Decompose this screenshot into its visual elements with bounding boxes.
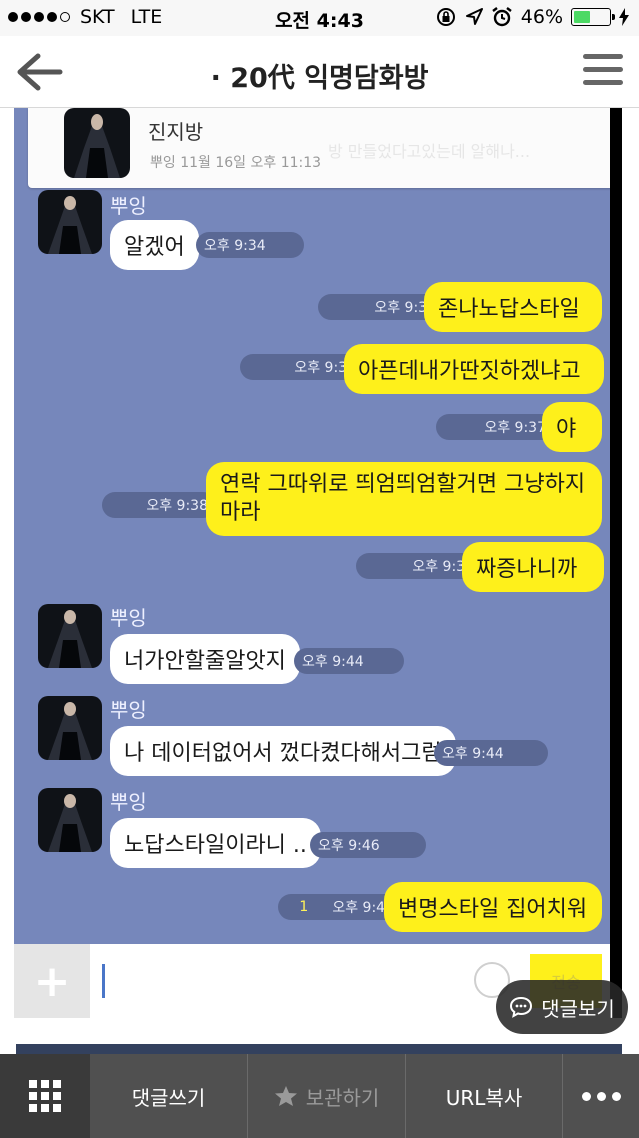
- avatar: [38, 696, 102, 760]
- view-comments-button[interactable]: 댓글보기: [496, 980, 628, 1034]
- speech-bubble-icon: [510, 996, 533, 1018]
- hamburger-icon: [583, 54, 623, 59]
- message-time: 오후 9:44: [294, 648, 404, 674]
- view-comments-label: 댓글보기: [541, 996, 615, 1021]
- sender-name: 뿌잉: [110, 698, 147, 722]
- chat-bubble: 야: [542, 402, 602, 452]
- message-time: 오후 9:38: [102, 492, 216, 518]
- app-header: · 20代 익명담화방: [0, 36, 639, 108]
- battery-percent: 46%: [520, 6, 563, 28]
- avatar: [38, 190, 102, 254]
- status-bar: SKT LTE 오전 4:43 46%: [0, 0, 639, 36]
- notice-meta: 뿌잉 11월 16일 오후 11:13: [150, 155, 322, 171]
- sender-name: 뿌잉: [110, 194, 147, 218]
- message-time: 오후 9:46: [310, 832, 426, 858]
- location-icon: [465, 8, 483, 25]
- sender-name: 뿌잉: [110, 790, 147, 814]
- message-time: 오후 9:44: [434, 740, 548, 766]
- more-dots-icon: [581, 1091, 591, 1101]
- message-time: 오후 9:34: [196, 232, 304, 258]
- battery-icon: [571, 8, 615, 26]
- chat-bubble: 변명스타일 집어치워: [384, 882, 602, 932]
- chat-bubble: 아픈데내가딴짓하겠냐고: [344, 344, 604, 394]
- notice-title: 진지방: [148, 120, 204, 144]
- notice-card: 진지방 뿌잉 11월 16일 오후 11:13 방 만들었다고있는데 알해나..…: [28, 108, 610, 188]
- bottom-toolbar: 댓글쓰기 보관하기 URL복사: [0, 1054, 639, 1138]
- avatar: [38, 788, 102, 852]
- message-time: 오후 9:37: [436, 414, 554, 440]
- chat-bubble: 노답스타일이라니 ..: [110, 818, 321, 868]
- grid-icon: [29, 1080, 61, 1112]
- chat-screenshot: 진지방 뿌잉 11월 16일 오후 11:13 방 만들었다고있는데 알해나..…: [14, 108, 610, 944]
- chat-bubble: 짜증나니까: [462, 542, 604, 592]
- menu-button[interactable]: [583, 54, 623, 88]
- more-options-button[interactable]: [563, 1054, 639, 1138]
- plus-icon[interactable]: +: [14, 944, 90, 1018]
- page-title: · 20代 익명담화방: [210, 63, 429, 94]
- unread-count: 1: [299, 899, 309, 915]
- chat-bubble: 연락 그따위로 띄엄띄엄할거면 그냥하지마라: [206, 462, 602, 536]
- chat-bubble: 나 데이터없어서 껐다켰다해서그럼: [110, 726, 456, 776]
- grid-menu-button[interactable]: [0, 1054, 90, 1138]
- alarm-icon: [492, 7, 512, 27]
- copy-url-button[interactable]: URL복사: [406, 1054, 563, 1138]
- rotation-lock-icon: [436, 8, 455, 26]
- write-comment-button[interactable]: 댓글쓰기: [90, 1054, 248, 1138]
- charging-bolt-icon: [619, 8, 629, 26]
- bookmark-label: 보관하기: [305, 1085, 380, 1110]
- chat-bubble: 너가안할줄알앗지: [110, 634, 300, 684]
- chat-bubble: 존나노답스타일: [424, 282, 602, 332]
- notice-faded-text: 방 만들었다고있는데 알해나...: [328, 142, 531, 161]
- sender-name: 뿌잉: [110, 606, 147, 630]
- text-cursor: [102, 964, 105, 998]
- avatar: [38, 604, 102, 668]
- chat-bubble: 알겠어: [110, 220, 199, 270]
- star-icon: [274, 1086, 297, 1106]
- avatar: [64, 108, 130, 178]
- bookmark-button[interactable]: 보관하기: [248, 1054, 406, 1138]
